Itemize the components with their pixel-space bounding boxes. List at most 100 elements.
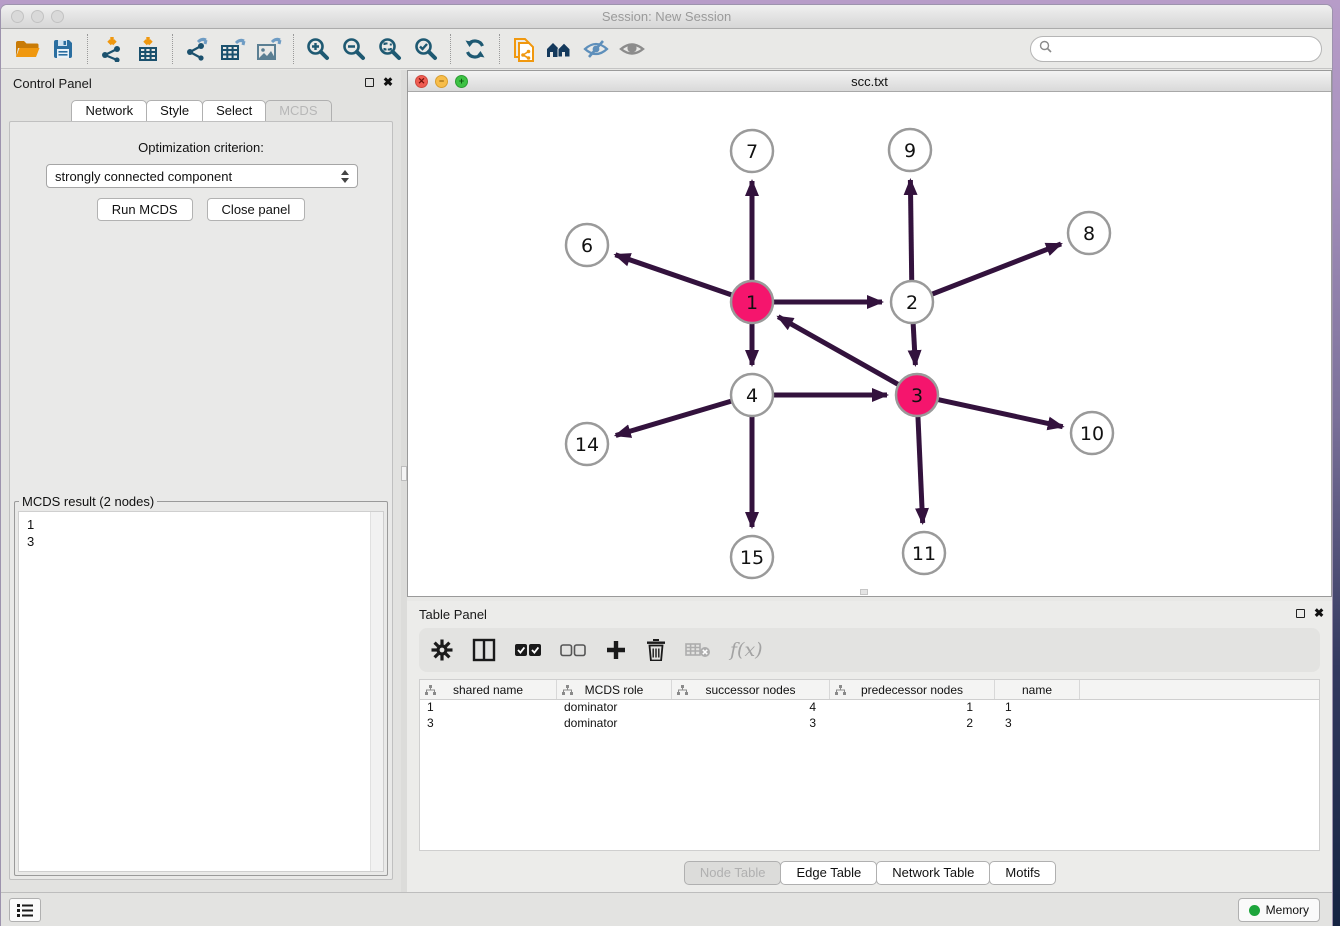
app-titlebar: Session: New Session bbox=[1, 5, 1332, 29]
network-window: ✕ − + scc.txt 1234678910111415 bbox=[407, 70, 1332, 597]
close-panel-button[interactable]: Close panel bbox=[207, 198, 306, 221]
table-row[interactable]: 3 dominator 3 2 3 bbox=[420, 716, 1319, 732]
toolbar-separator bbox=[450, 34, 451, 64]
export-image-icon[interactable] bbox=[251, 33, 287, 65]
sort-icon bbox=[425, 685, 436, 699]
float-panel-icon[interactable] bbox=[365, 78, 374, 87]
table-panel: Table Panel ✖ bbox=[407, 601, 1332, 892]
table-options-gear-icon[interactable] bbox=[431, 639, 453, 661]
column-header-successor-nodes[interactable]: successor nodes bbox=[672, 680, 830, 699]
tab-edge-table[interactable]: Edge Table bbox=[780, 861, 877, 885]
task-history-button[interactable] bbox=[9, 898, 41, 922]
graph-edge-2-9[interactable] bbox=[910, 180, 911, 283]
toolbar-separator bbox=[87, 34, 88, 64]
app-title: Session: New Session bbox=[1, 9, 1332, 24]
hide-selected-icon[interactable] bbox=[578, 33, 614, 65]
graph-node-label-2: 2 bbox=[906, 292, 918, 314]
graph-edge-2-8[interactable] bbox=[930, 244, 1061, 295]
column-header-predecessor-nodes[interactable]: predecessor nodes bbox=[830, 680, 995, 699]
app-window: Session: New Session bbox=[0, 4, 1333, 926]
graph-edge-2-3[interactable] bbox=[913, 321, 915, 365]
criterion-value: strongly connected component bbox=[47, 169, 337, 184]
graph-node-label-7: 7 bbox=[746, 141, 758, 163]
zoom-in-icon[interactable] bbox=[300, 33, 336, 65]
graph-edge-1-6[interactable] bbox=[615, 255, 734, 296]
search-icon bbox=[1039, 40, 1052, 58]
network-resize-grip[interactable] bbox=[860, 589, 868, 595]
graph-edge-4-14[interactable] bbox=[616, 400, 734, 435]
column-header-shared-name[interactable]: shared name bbox=[420, 680, 557, 699]
add-column-icon[interactable] bbox=[605, 639, 627, 661]
list-icon bbox=[17, 904, 33, 917]
tab-motifs[interactable]: Motifs bbox=[989, 861, 1056, 885]
mcds-panel: Optimization criterion: strongly connect… bbox=[9, 121, 393, 880]
export-table-icon[interactable] bbox=[215, 33, 251, 65]
control-panel-tabs: Network Style Select MCDS bbox=[1, 100, 401, 122]
zoom-out-icon[interactable] bbox=[336, 33, 372, 65]
column-header-name[interactable]: name bbox=[995, 680, 1080, 699]
function-builder-icon[interactable]: f(x) bbox=[730, 639, 763, 661]
sort-icon bbox=[677, 685, 688, 699]
search-input[interactable] bbox=[1057, 39, 1321, 59]
table-row[interactable]: 1 dominator 4 1 1 bbox=[420, 700, 1319, 716]
graph-node-label-4: 4 bbox=[746, 385, 758, 407]
graph-node-label-15: 15 bbox=[740, 547, 764, 569]
save-session-icon[interactable] bbox=[45, 33, 81, 65]
result-scrollbar[interactable] bbox=[370, 512, 383, 871]
unselect-all-columns-icon[interactable] bbox=[560, 643, 586, 657]
search-field[interactable] bbox=[1030, 36, 1322, 62]
float-table-panel-icon[interactable] bbox=[1296, 609, 1305, 618]
tab-style[interactable]: Style bbox=[146, 100, 203, 122]
show-columns-icon[interactable] bbox=[472, 638, 496, 662]
graph-node-label-9: 9 bbox=[904, 140, 916, 162]
toolbar-separator bbox=[293, 34, 294, 64]
delete-columns-icon[interactable] bbox=[646, 639, 666, 661]
graph-node-label-10: 10 bbox=[1080, 423, 1104, 445]
clone-network-icon[interactable] bbox=[506, 33, 542, 65]
tab-network-table[interactable]: Network Table bbox=[876, 861, 990, 885]
export-network-icon[interactable] bbox=[179, 33, 215, 65]
show-all-icon[interactable] bbox=[614, 33, 650, 65]
toolbar-separator bbox=[499, 34, 500, 64]
graph-edge-3-10[interactable] bbox=[936, 399, 1063, 427]
network-graph[interactable]: 1234678910111415 bbox=[408, 93, 1333, 596]
import-table-icon[interactable] bbox=[130, 33, 166, 65]
tab-network[interactable]: Network bbox=[71, 100, 147, 122]
mcds-result-box: MCDS result (2 nodes) 1 3 bbox=[14, 494, 388, 876]
import-network-icon[interactable] bbox=[94, 33, 130, 65]
network-window-titlebar: ✕ − + scc.txt bbox=[408, 71, 1331, 92]
select-all-columns-icon[interactable] bbox=[515, 643, 541, 657]
close-panel-icon[interactable]: ✖ bbox=[383, 76, 393, 88]
mcds-result-title: MCDS result (2 nodes) bbox=[19, 494, 157, 509]
memory-button[interactable]: Memory bbox=[1238, 898, 1320, 922]
column-header-mcds-role[interactable]: MCDS role bbox=[557, 680, 672, 699]
zoom-selected-icon[interactable] bbox=[408, 33, 444, 65]
graph-node-label-3: 3 bbox=[911, 385, 923, 407]
open-session-icon[interactable] bbox=[9, 33, 45, 65]
zoom-fit-icon[interactable] bbox=[372, 33, 408, 65]
optimization-criterion-label: Optimization criterion: bbox=[10, 140, 392, 155]
refresh-icon[interactable] bbox=[457, 33, 493, 65]
memory-label: Memory bbox=[1266, 903, 1309, 917]
tab-node-table[interactable]: Node Table bbox=[684, 861, 782, 885]
close-table-panel-icon[interactable]: ✖ bbox=[1314, 607, 1324, 619]
tab-select[interactable]: Select bbox=[202, 100, 266, 122]
mcds-result-area[interactable]: 1 3 bbox=[18, 511, 384, 872]
mcds-result-line: 3 bbox=[27, 533, 375, 550]
first-neighbors-icon[interactable] bbox=[542, 33, 578, 65]
graph-edge-3-1[interactable] bbox=[778, 317, 900, 386]
sort-icon bbox=[562, 685, 573, 699]
control-panel-title: Control Panel bbox=[13, 76, 92, 91]
delete-table-icon[interactable] bbox=[685, 641, 711, 659]
criterion-dropdown[interactable]: strongly connected component bbox=[46, 164, 358, 188]
graph-edge-3-11[interactable] bbox=[918, 414, 923, 523]
table-panel-title: Table Panel bbox=[419, 607, 487, 622]
graph-node-label-6: 6 bbox=[581, 235, 593, 257]
table-header-row: shared name MCDS role successor nodes bbox=[420, 680, 1319, 700]
node-table: shared name MCDS role successor nodes bbox=[419, 679, 1320, 851]
run-mcds-button[interactable]: Run MCDS bbox=[97, 198, 193, 221]
table-tabs: Node Table Edge Table Network Table Moti… bbox=[407, 861, 1332, 885]
tab-mcds[interactable]: MCDS bbox=[265, 100, 331, 122]
sort-icon bbox=[835, 685, 846, 699]
network-window-title: scc.txt bbox=[408, 74, 1331, 89]
